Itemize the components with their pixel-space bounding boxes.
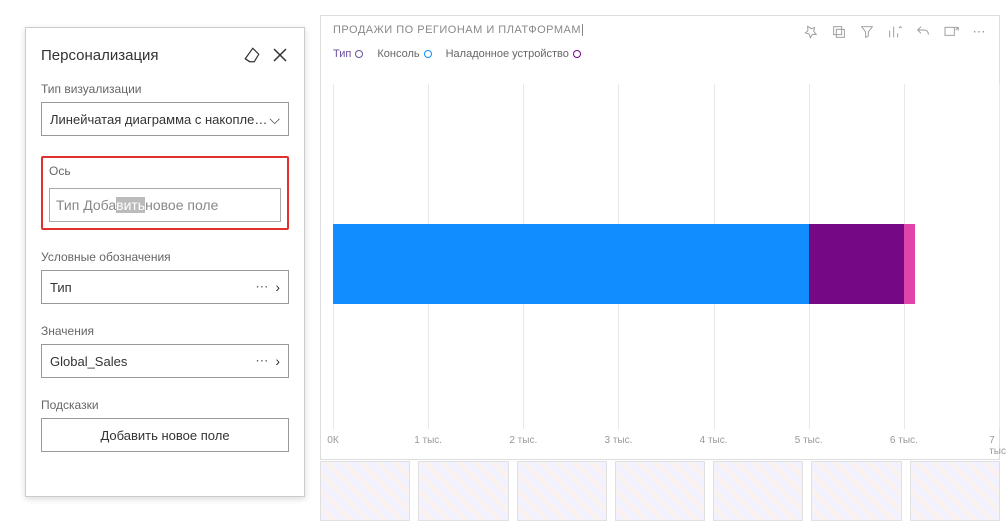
legend-item-handheld[interactable]: Наладонное устройство: [446, 48, 581, 60]
gridline: [999, 84, 1000, 429]
chart-legend: Тип Консоль Наладонное устройство: [321, 44, 999, 70]
background-thumbnails: [320, 461, 1000, 521]
add-field-button[interactable]: Добавить новое поле: [41, 418, 289, 452]
thumb: [713, 461, 803, 521]
thumb: [320, 461, 410, 521]
legend-circle-icon: [355, 50, 363, 58]
x-tick-label: 6 тыс.: [890, 435, 918, 446]
x-tick-label: 4 тыс.: [700, 435, 728, 446]
field-values: Значения Global_Sales ⋯ ›: [41, 324, 289, 378]
close-icon[interactable]: [271, 46, 289, 64]
values-value: Global_Sales: [50, 354, 255, 369]
undo-icon[interactable]: [915, 24, 931, 40]
values-label: Значения: [41, 324, 289, 338]
filter-icon[interactable]: [859, 24, 875, 40]
bar-segment[interactable]: [333, 224, 809, 304]
thumb: [910, 461, 1000, 521]
tooltips-label: Подсказки: [41, 398, 289, 412]
chart-header: ПРОДАЖИ ПО РЕГИОНАМ И ПЛАТФОРМАМ ⋯: [321, 16, 999, 44]
legend-circle-icon: [424, 50, 432, 58]
viz-type-dropdown[interactable]: Линейчатая диаграмма с накоплением ⌵: [41, 102, 289, 136]
panel-title: Персонализация: [41, 47, 159, 64]
field-axis-highlighted: Ось Тип Добавить новое поле: [41, 156, 289, 230]
axis-field-input[interactable]: Тип Добавить новое поле: [49, 188, 281, 222]
chart-plot-area: [333, 84, 999, 429]
eraser-icon[interactable]: [243, 46, 261, 64]
personalize-icon[interactable]: [887, 24, 903, 40]
more-icon[interactable]: ⋯: [255, 353, 269, 369]
field-tooltips: Подсказки Добавить новое поле: [41, 398, 289, 452]
legend-value: Тип: [50, 280, 255, 295]
chart-toolbar: ⋯: [803, 24, 987, 40]
x-tick-label: 0К: [327, 435, 338, 446]
x-tick-label: 3 тыс.: [604, 435, 632, 446]
viz-type-value: Линейчатая диаграмма с накоплением: [50, 112, 269, 127]
text-cursor: [582, 24, 583, 36]
chart-visual[interactable]: ПРОДАЖИ ПО РЕГИОНАМ И ПЛАТФОРМАМ ⋯ Тип К…: [320, 15, 1000, 460]
personalize-panel: Персонализация Тип визуализации Линейчат…: [25, 27, 305, 497]
focus-icon[interactable]: [943, 24, 959, 40]
thumb: [418, 461, 508, 521]
more-icon[interactable]: ⋯: [971, 24, 987, 40]
legend-item-console[interactable]: Консоль: [377, 48, 431, 60]
pin-icon[interactable]: [803, 24, 819, 40]
axis-label: Ось: [49, 164, 281, 178]
bar-segment[interactable]: [809, 224, 904, 304]
legend-circle-icon: [573, 50, 581, 58]
x-tick-label: 7 тыс.: [989, 435, 1007, 457]
panel-header: Персонализация: [41, 38, 289, 82]
thumb: [811, 461, 901, 521]
panel-header-icons: [243, 46, 289, 64]
axis-placeholder-text: Тип Добавить новое поле: [56, 197, 218, 213]
values-dropdown[interactable]: Global_Sales ⋯ ›: [41, 344, 289, 378]
more-icon[interactable]: ⋯: [255, 279, 269, 295]
legend-axis-label[interactable]: Тип: [333, 48, 363, 60]
x-tick-label: 1 тыс.: [414, 435, 442, 446]
field-legend: Условные обозначения Тип ⋯ ›: [41, 250, 289, 304]
bar-segment[interactable]: [904, 224, 915, 304]
x-axis-labels: 0К1 тыс.2 тыс.3 тыс.4 тыс.5 тыс.6 тыс.7 …: [333, 435, 999, 449]
thumb: [517, 461, 607, 521]
chevron-right-icon: ›: [275, 353, 280, 369]
x-tick-label: 5 тыс.: [795, 435, 823, 446]
chevron-down-icon: ⌵: [269, 111, 280, 128]
x-tick-label: 2 тыс.: [509, 435, 537, 446]
chevron-right-icon: ›: [275, 279, 280, 295]
field-vizualization-type: Тип визуализации Линейчатая диаграмма с …: [41, 82, 289, 136]
thumb: [615, 461, 705, 521]
chart-title[interactable]: ПРОДАЖИ ПО РЕГИОНАМ И ПЛАТФОРМАМ: [333, 24, 803, 36]
copy-icon[interactable]: [831, 24, 847, 40]
legend-label: Условные обозначения: [41, 250, 289, 264]
legend-dropdown[interactable]: Тип ⋯ ›: [41, 270, 289, 304]
bar-row: [333, 224, 999, 304]
viz-type-label: Тип визуализации: [41, 82, 289, 96]
add-field-label: Добавить новое поле: [50, 428, 280, 443]
